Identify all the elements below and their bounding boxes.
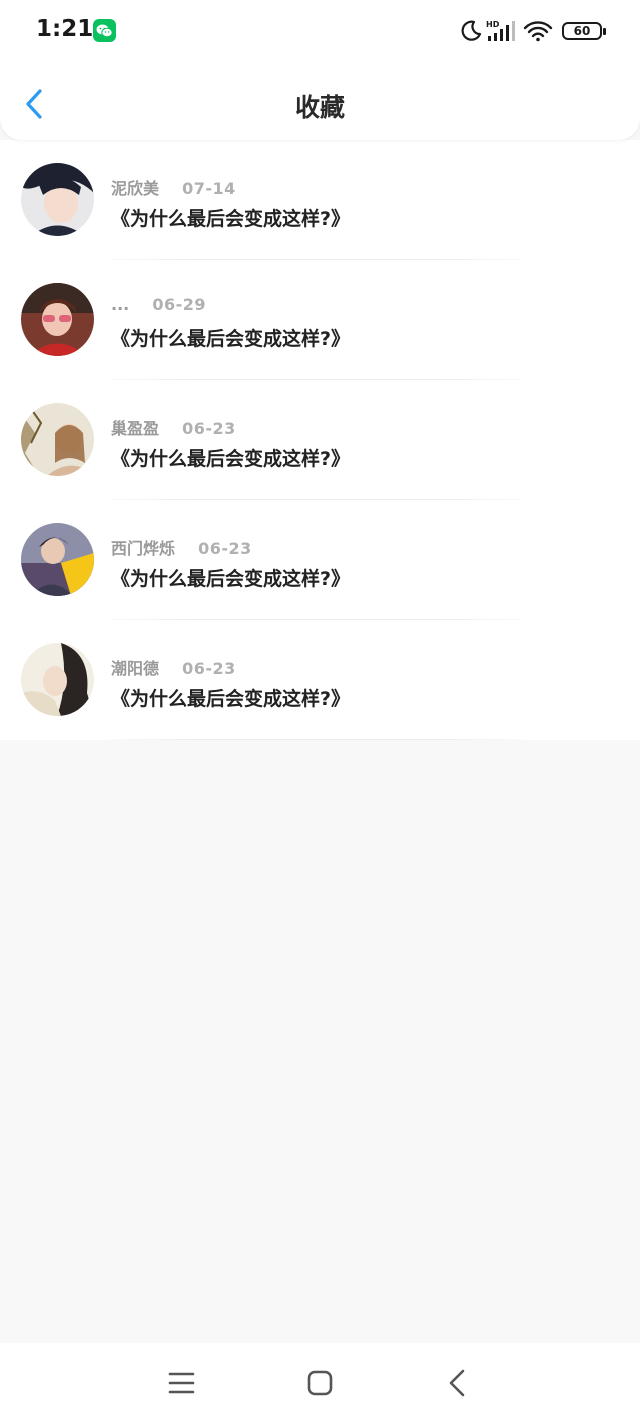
list-item[interactable]: 巢盈盈 06-23 《为什么最后会变成这样?》: [0, 380, 640, 500]
item-date: 06-23: [182, 659, 236, 678]
item-date: 07-14: [182, 179, 236, 198]
author-name: ...: [111, 295, 130, 314]
network-label: HD: [486, 20, 500, 29]
list-item[interactable]: 泥欣美 07-14 《为什么最后会变成这样?》: [0, 140, 640, 260]
author-name: 泥欣美: [111, 179, 160, 198]
author-name: 巢盈盈: [111, 419, 160, 438]
app-header: 收藏: [0, 62, 640, 140]
home-square-icon[interactable]: [302, 1365, 338, 1401]
menu-icon[interactable]: [163, 1365, 199, 1401]
battery-icon: 60: [562, 20, 606, 42]
list-item[interactable]: ... 06-29 《为什么最后会变成这样?》: [0, 260, 640, 380]
avatar[interactable]: [21, 283, 94, 356]
item-meta: 潮阳德 06-23: [111, 655, 236, 679]
back-triangle-icon[interactable]: [440, 1365, 476, 1401]
item-date: 06-23: [182, 419, 236, 438]
battery-level: 60: [562, 22, 602, 40]
avatar[interactable]: [21, 523, 94, 596]
item-meta: 泥欣美 07-14: [111, 175, 236, 199]
item-title[interactable]: 《为什么最后会变成这样?》: [111, 324, 350, 351]
author-name: 西门烨烁: [111, 539, 176, 558]
avatar[interactable]: [21, 403, 94, 476]
list-item[interactable]: 潮阳德 06-23 《为什么最后会变成这样?》: [0, 620, 640, 740]
item-title[interactable]: 《为什么最后会变成这样?》: [111, 444, 350, 471]
moon-icon: [459, 19, 483, 43]
author-name: 潮阳德: [111, 659, 160, 678]
item-date: 06-29: [152, 295, 206, 314]
item-meta: 巢盈盈 06-23: [111, 415, 236, 439]
status-time: 1:21: [36, 16, 94, 42]
wifi-icon: [523, 20, 553, 42]
avatar[interactable]: [21, 163, 94, 236]
page-title: 收藏: [294, 93, 345, 122]
item-date: 06-23: [198, 539, 252, 558]
status-bar: 1:21 HD 60: [0, 0, 640, 62]
wechat-icon: [93, 19, 116, 42]
item-title[interactable]: 《为什么最后会变成这样?》: [111, 564, 350, 591]
avatar[interactable]: [21, 643, 94, 716]
item-meta: 西门烨烁 06-23: [111, 535, 252, 559]
signal-icon: HD: [486, 19, 518, 43]
favorites-list: 泥欣美 07-14 《为什么最后会变成这样?》 ... 06-29 《为什么最后…: [0, 140, 640, 740]
divider: [111, 739, 521, 740]
list-item[interactable]: 西门烨烁 06-23 《为什么最后会变成这样?》: [0, 500, 640, 620]
item-title[interactable]: 《为什么最后会变成这样?》: [111, 684, 350, 711]
item-meta: ... 06-29: [111, 295, 206, 314]
item-title[interactable]: 《为什么最后会变成这样?》: [111, 204, 350, 231]
system-nav-bar: [0, 1343, 640, 1423]
top-header-card: 1:21 HD 60 收藏: [0, 0, 640, 140]
